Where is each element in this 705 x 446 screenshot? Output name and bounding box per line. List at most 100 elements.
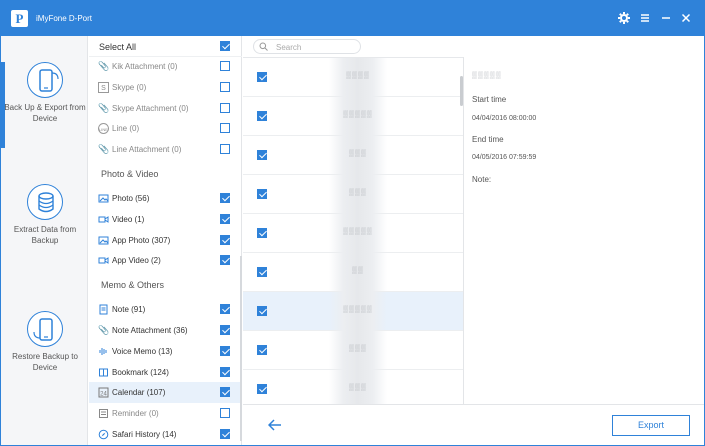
blurred-content: ▒▒▒▒▒ [329,97,387,136]
detail-title: ▒▒▒▒▒ [472,72,502,79]
category-checkbox[interactable] [220,123,230,133]
category-checkbox[interactable] [220,144,230,154]
category-checkbox[interactable] [220,367,230,377]
category-note[interactable]: Note (91) [89,299,242,320]
nav-label: Restore Backup to Device [12,352,78,372]
select-all-label: Select All [99,42,137,52]
gear-icon[interactable] [617,11,631,25]
item-checkbox[interactable] [257,345,267,355]
category-label: Kik Attachment (0) [112,62,178,71]
blurred-content: ▒▒▒ [329,175,387,214]
category-label: Reminder (0) [112,409,159,418]
category-video[interactable]: Video (1) [89,209,242,230]
category-bookmark[interactable]: Bookmark (124) [89,362,242,383]
blurred-content: ▒▒▒▒ [329,58,387,97]
category-checkbox[interactable] [220,214,230,224]
close-icon[interactable] [679,11,693,25]
search-placeholder: Search [276,43,302,52]
nav-extract-backup[interactable]: Extract Data from Backup [1,184,88,270]
category-checkbox[interactable] [220,346,230,356]
category-checkbox[interactable] [220,408,230,418]
select-all-row[interactable]: Select All [89,36,242,57]
category-reminder[interactable]: Reminder (0) [89,403,242,424]
end-time-label: End time [472,135,504,144]
select-all-checkbox[interactable] [220,41,230,51]
list-item[interactable]: ▒▒▒▒▒ [243,97,463,136]
export-button[interactable]: Export [612,415,690,436]
category-calendar[interactable]: 24 Calendar (107) [89,382,242,403]
category-line[interactable]: LINE Line (0) [89,118,242,139]
app-window: P iMyFone D-Port Back Up & Export from D… [0,0,705,446]
category-checkbox[interactable] [220,103,230,113]
category-checkbox[interactable] [220,82,230,92]
category-checkbox[interactable] [220,304,230,314]
menu-icon[interactable] [638,11,652,25]
list-item[interactable]: ▒▒▒▒ [243,58,463,97]
category-checkbox[interactable] [220,235,230,245]
compass-icon [98,429,109,440]
item-checkbox[interactable] [257,384,267,394]
nav-label: Back Up & Export from Device [4,103,86,123]
category-label: Note Attachment (36) [112,326,188,335]
minimize-icon[interactable] [659,11,673,25]
note-icon [98,304,109,315]
category-label: Line Attachment (0) [112,145,182,154]
reminder-icon [98,408,109,419]
app-title: iMyFone D-Port [36,14,93,23]
category-label: App Video (2) [112,256,161,265]
image-icon [98,235,109,246]
start-time-value: 04/04/2016 08:00:00 [472,115,537,122]
item-checkbox[interactable] [257,150,267,160]
skype-icon: S [98,82,109,93]
list-item[interactable]: ▒▒▒ [243,136,463,175]
category-voice-memo[interactable]: Voice Memo (13) [89,341,242,362]
category-label: Voice Memo (13) [112,347,173,356]
left-nav: Back Up & Export from Device Extract Dat… [1,36,88,445]
category-checkbox[interactable] [220,193,230,203]
list-item[interactable]: ▒▒▒▒▒ [243,292,463,331]
item-checkbox[interactable] [257,72,267,82]
book-icon [98,367,109,378]
category-label: App Photo (307) [112,236,171,245]
category-label: Skype (0) [112,83,147,92]
category-skype-attachment[interactable]: 📎 Skype Attachment (0) [89,98,242,119]
category-label: Skype Attachment (0) [112,104,189,113]
list-item[interactable]: ▒▒▒▒▒ [243,214,463,253]
category-scrollbar[interactable] [240,256,242,441]
category-app-photo[interactable]: App Photo (307) [89,230,242,251]
list-item[interactable]: ▒▒▒ [243,331,463,370]
app-logo: P [11,10,28,27]
category-line-attachment[interactable]: 📎 Line Attachment (0) [89,139,242,160]
end-time-value: 04/05/2016 07:59:59 [472,154,537,161]
item-checkbox[interactable] [257,267,267,277]
category-note-attachment[interactable]: 📎 Note Attachment (36) [89,320,242,341]
category-checkbox[interactable] [220,255,230,265]
item-checkbox[interactable] [257,228,267,238]
category-kik-attachment[interactable]: 📎 Kik Attachment (0) [89,56,242,77]
item-checkbox[interactable] [257,189,267,199]
category-photo[interactable]: Photo (56) [89,188,242,209]
section-title-memo-others: Memo & Others [101,280,165,290]
category-checkbox[interactable] [220,61,230,71]
nav-backup-export[interactable]: Back Up & Export from Device [1,62,88,148]
search-box[interactable]: Search [253,39,361,54]
list-item[interactable]: ▒▒ [243,253,463,292]
category-label: Line (0) [112,124,140,133]
item-checkbox[interactable] [257,111,267,121]
category-safari-history[interactable]: Safari History (14) [89,424,242,445]
database-icon [27,184,63,220]
image-icon [98,193,109,204]
category-label: Safari History (14) [112,430,177,439]
category-skype[interactable]: S Skype (0) [89,77,242,98]
category-checkbox[interactable] [220,429,230,439]
category-label: Video (1) [112,215,145,224]
blurred-content: ▒▒▒▒▒ [329,292,387,331]
category-app-video[interactable]: App Video (2) [89,250,242,271]
category-checkbox[interactable] [220,325,230,335]
back-arrow-icon[interactable] [267,419,282,431]
nav-restore-backup[interactable]: Restore Backup to Device [1,311,88,397]
bottom-bar: Export [243,404,704,445]
category-checkbox[interactable] [220,387,230,397]
item-checkbox[interactable] [257,306,267,316]
list-item[interactable]: ▒▒▒ [243,175,463,214]
